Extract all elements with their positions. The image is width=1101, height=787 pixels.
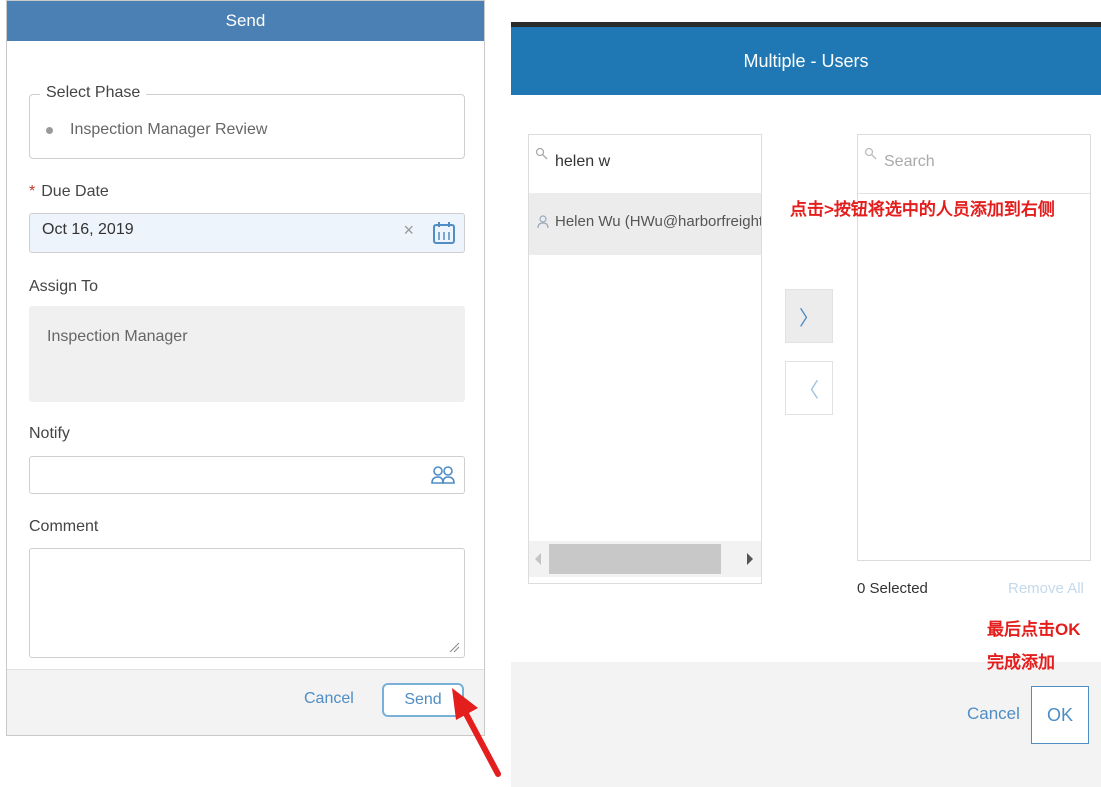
add-selected-button[interactable]: 〉	[785, 289, 833, 343]
ok-button[interactable]: OK	[1031, 686, 1089, 744]
multiple-users-dialog: Multiple - Users helen w Helen Wu (HWu@h…	[511, 22, 1101, 787]
comment-textarea[interactable]	[29, 548, 465, 658]
resize-grip-icon[interactable]	[448, 641, 460, 653]
annotation-ok-hint-1: 最后点击OK	[987, 620, 1081, 639]
send-dialog-title: Send	[7, 1, 484, 41]
required-asterisk: *	[29, 183, 36, 200]
horizontal-scrollbar[interactable]	[529, 541, 761, 577]
users-dialog-title: Multiple - Users	[511, 27, 1101, 95]
people-picker-icon[interactable]	[430, 464, 456, 486]
due-date-label-text: Due Date	[41, 183, 109, 200]
due-date-value[interactable]: Oct 16, 2019	[42, 221, 134, 239]
select-phase-legend: Select Phase	[40, 84, 147, 102]
radio-dot-icon	[46, 127, 53, 134]
notify-field[interactable]	[29, 456, 465, 494]
cancel-button[interactable]: Cancel	[304, 690, 354, 708]
scroll-right-icon[interactable]	[747, 553, 753, 565]
selected-users-search-placeholder[interactable]: Search	[884, 153, 935, 171]
send-dialog-footer: Cancel Send	[7, 669, 484, 735]
calendar-icon[interactable]	[430, 219, 458, 247]
select-phase-value[interactable]: Inspection Manager Review	[70, 121, 267, 139]
assign-to-value: Inspection Manager	[47, 328, 188, 345]
due-date-field[interactable]: Oct 16, 2019 ×	[29, 213, 465, 253]
selected-count: 0 Selected	[857, 580, 928, 597]
select-phase-group[interactable]: Select Phase Inspection Manager Review	[29, 84, 465, 159]
comment-label: Comment	[29, 518, 99, 535]
scrollbar-thumb[interactable]	[549, 544, 721, 574]
list-item[interactable]: Helen Wu (HWu@harborfreight.cc	[529, 193, 761, 255]
selected-users-search[interactable]: Search	[858, 135, 1090, 194]
remove-selected-button[interactable]: 〈	[785, 361, 833, 415]
available-users-panel: helen w Helen Wu (HWu@harborfreight.cc	[528, 134, 762, 584]
send-dialog: Send Select Phase Inspection Manager Rev…	[6, 0, 485, 736]
remove-all-link[interactable]: Remove All	[1008, 580, 1084, 597]
available-users-search-value[interactable]: helen w	[555, 153, 610, 171]
user-icon	[537, 215, 549, 229]
available-users-search[interactable]: helen w	[529, 135, 761, 194]
annotation-ok-hint-2: 完成添加	[987, 653, 1055, 672]
scroll-left-icon[interactable]	[535, 553, 541, 565]
search-icon	[535, 147, 548, 160]
assign-to-label: Assign To	[29, 278, 99, 295]
due-date-label: * Due Date	[29, 183, 109, 201]
search-icon	[864, 147, 877, 160]
cancel-button[interactable]: Cancel	[967, 704, 1020, 724]
red-pointer-arrow-icon	[452, 688, 501, 777]
list-item-label[interactable]: Helen Wu (HWu@harborfreight.cc	[555, 213, 761, 230]
notify-label: Notify	[29, 425, 70, 442]
annotation-add-hint: 点击>按钮将选中的人员添加到右侧	[790, 200, 1055, 219]
clear-date-icon[interactable]: ×	[403, 220, 414, 241]
users-dialog-footer: Cancel OK	[511, 662, 1101, 787]
assign-to-field: Inspection Manager	[29, 306, 465, 402]
